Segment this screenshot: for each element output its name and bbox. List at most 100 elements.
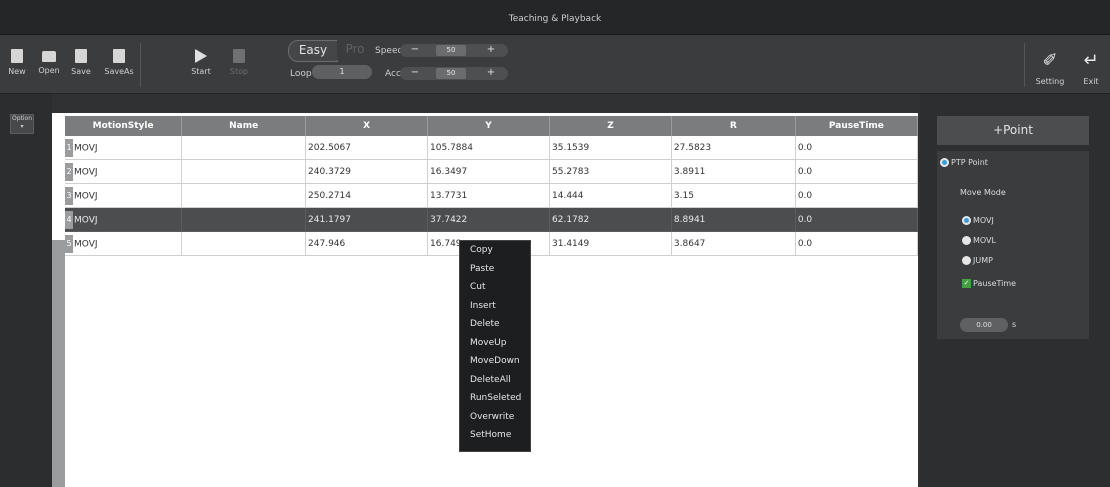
toolbar-divider [140, 43, 141, 87]
move-mode-label: Move Mode [960, 188, 1006, 197]
acc-stepper[interactable]: − 50 + [400, 67, 508, 80]
name-cell[interactable] [181, 183, 307, 208]
name-cell[interactable] [181, 231, 307, 256]
menu-item-overwrite[interactable]: Overwrite [460, 408, 530, 427]
column-header[interactable]: PauseTime [795, 116, 919, 136]
column-header[interactable]: X [305, 116, 429, 136]
acc-decrease-button[interactable]: − [408, 67, 422, 80]
x-cell[interactable]: 250.2714 [305, 183, 429, 208]
y-cell[interactable]: 16.3497 [427, 159, 551, 184]
jump-label: JUMP [973, 256, 993, 265]
y-cell[interactable]: 13.7731 [427, 183, 551, 208]
row-number: 2 [65, 162, 73, 181]
motion-style-value: MOVJ [74, 191, 98, 201]
motion-style-cell[interactable]: 4 MOVJ [65, 207, 183, 232]
x-cell[interactable]: 240.3729 [305, 159, 429, 184]
motion-style-value: MOVJ [74, 239, 98, 249]
x-cell[interactable]: 241.1797 [305, 207, 429, 232]
name-cell[interactable] [181, 207, 307, 232]
save-button[interactable]: Save [68, 45, 94, 85]
option-button[interactable]: Option ▾ [10, 114, 34, 134]
stop-button[interactable]: Stop [226, 45, 252, 85]
r-cell[interactable]: 3.8911 [671, 159, 796, 184]
seconds-unit: s [1012, 320, 1017, 329]
loop-input[interactable]: 1 [312, 65, 372, 79]
pause-cell[interactable]: 0.0 [795, 183, 919, 208]
pro-mode-toggle[interactable]: Pro [337, 40, 373, 60]
z-cell[interactable]: 55.2783 [549, 159, 672, 184]
save-icon [75, 49, 87, 63]
speed-increase-button[interactable]: + [484, 44, 498, 57]
z-cell[interactable]: 14.444 [549, 183, 672, 208]
table-row-selected[interactable]: 4 MOVJ 241.1797 37.7422 62.1782 8.8941 0.… [65, 207, 919, 232]
speed-decrease-button[interactable]: − [408, 44, 422, 57]
pause-cell[interactable]: 0.0 [795, 136, 919, 160]
new-button[interactable]: New [4, 45, 30, 85]
pause-time-checkbox[interactable]: ✓ PauseTime [962, 279, 1016, 288]
movj-radio[interactable]: MOVJ [962, 216, 994, 225]
movl-radio[interactable]: MOVL [962, 236, 996, 245]
pause-cell[interactable]: 0.0 [795, 207, 919, 232]
motion-style-cell[interactable]: 1 MOVJ [65, 136, 183, 160]
column-header[interactable]: Y [427, 116, 551, 136]
menu-item-moveup[interactable]: MoveUp [460, 334, 530, 353]
start-button[interactable]: Start [188, 45, 214, 85]
acc-increase-button[interactable]: + [484, 67, 498, 80]
table-row[interactable]: 1 MOVJ 202.5067 105.7884 35.1539 27.5823 … [65, 136, 919, 160]
menu-item-movedown[interactable]: MoveDown [460, 352, 530, 371]
row-number: 5 [65, 234, 73, 253]
save-label: Save [71, 67, 91, 76]
r-cell[interactable]: 3.8647 [671, 231, 796, 256]
motion-style-cell[interactable]: 2 MOVJ [65, 159, 183, 184]
menu-item-copy[interactable]: Copy [460, 241, 530, 260]
add-point-button[interactable]: +Point [937, 116, 1089, 145]
exit-button[interactable]: ↵ Exit [1073, 41, 1109, 91]
setting-button[interactable]: ✐ Setting [1032, 41, 1068, 91]
motion-style-cell[interactable]: 5 MOVJ [65, 231, 183, 256]
menu-item-delete[interactable]: Delete [460, 315, 530, 334]
jump-radio[interactable]: JUMP [962, 256, 993, 265]
exit-icon: ↵ [1083, 50, 1099, 71]
ptp-point-radio[interactable]: PTP Point [940, 158, 988, 167]
column-header[interactable]: R [671, 116, 796, 136]
x-cell[interactable]: 247.946 [305, 231, 429, 256]
checkmark-icon: ✓ [962, 279, 971, 288]
pause-cell[interactable]: 0.0 [795, 159, 919, 184]
name-cell[interactable] [181, 136, 307, 160]
name-cell[interactable] [181, 159, 307, 184]
y-cell[interactable]: 105.7884 [427, 136, 551, 160]
pause-time-input[interactable]: 0.00 [960, 318, 1008, 332]
table-row[interactable]: 3 MOVJ 250.2714 13.7731 14.444 3.15 0.0 [65, 183, 919, 208]
r-cell[interactable]: 8.8941 [671, 207, 796, 232]
column-header[interactable]: MotionStyle [65, 116, 183, 136]
motion-style-value: MOVJ [74, 215, 98, 225]
pause-time-label: PauseTime [973, 279, 1017, 288]
menu-item-sethome[interactable]: SetHome [460, 426, 530, 445]
x-cell[interactable]: 202.5067 [305, 136, 429, 160]
speed-stepper[interactable]: − 50 + [400, 44, 508, 57]
open-button[interactable]: Open [36, 45, 62, 85]
table-row[interactable]: 2 MOVJ 240.3729 16.3497 55.2783 3.8911 0.… [65, 159, 919, 184]
column-header[interactable]: Z [549, 116, 672, 136]
saveas-button[interactable]: SaveAs [102, 45, 136, 85]
saveas-label: SaveAs [104, 67, 134, 76]
menu-item-runselected[interactable]: RunSeleted [460, 389, 530, 408]
r-cell[interactable]: 27.5823 [671, 136, 796, 160]
menu-item-paste[interactable]: Paste [460, 260, 530, 279]
z-cell[interactable]: 62.1782 [549, 207, 672, 232]
start-label: Start [191, 67, 211, 76]
motion-style-value: MOVJ [74, 143, 98, 153]
column-header[interactable]: Name [181, 116, 307, 136]
point-settings-panel [937, 151, 1089, 339]
menu-item-deleteall[interactable]: DeleteAll [460, 371, 530, 390]
menu-item-insert[interactable]: Insert [460, 297, 530, 316]
pause-cell[interactable]: 0.0 [795, 231, 919, 256]
r-cell[interactable]: 3.15 [671, 183, 796, 208]
menu-item-cut[interactable]: Cut [460, 278, 530, 297]
z-cell[interactable]: 35.1539 [549, 136, 672, 160]
motion-style-cell[interactable]: 3 MOVJ [65, 183, 183, 208]
y-cell[interactable]: 37.7422 [427, 207, 551, 232]
z-cell[interactable]: 31.4149 [549, 231, 672, 256]
movj-label: MOVJ [973, 216, 994, 225]
easy-mode-toggle[interactable]: Easy [288, 40, 338, 62]
